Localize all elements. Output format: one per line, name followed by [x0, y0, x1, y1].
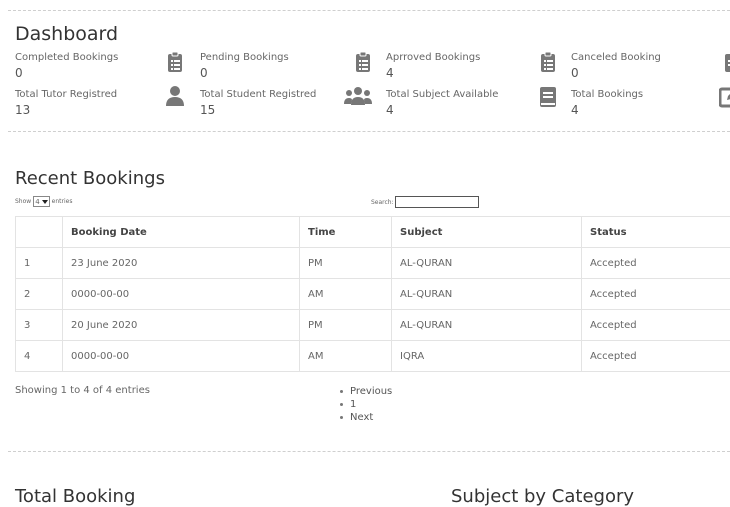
stat-label: Completed Bookings [15, 52, 119, 63]
stat-pending-bookings: Pending Bookings 0 [200, 52, 289, 80]
column-header-time[interactable]: Time [299, 216, 392, 248]
pagination-next[interactable]: Next [338, 411, 392, 424]
cell-status: Accepted [581, 278, 730, 310]
chevron-down-icon [41, 199, 48, 204]
column-header-status[interactable]: Status [581, 216, 730, 248]
stat-value: 0 [15, 66, 23, 80]
cell-subject: AL-QURAN [391, 247, 582, 279]
stat-total-subject: Total Subject Available 4 [386, 89, 498, 117]
stat-value: 4 [386, 103, 394, 117]
search-control: Search: [371, 196, 479, 208]
search-label: Search: [371, 198, 394, 206]
cell-index: 1 [15, 247, 63, 279]
book-icon [537, 86, 559, 108]
pagination-previous[interactable]: Previous [338, 385, 392, 398]
column-header-booking-date[interactable]: Booking Date [62, 216, 300, 248]
edit-icon [719, 86, 730, 108]
stat-total-tutor: Total Tutor Registred 13 [15, 89, 117, 117]
pagination: Previous 1 Next [338, 385, 392, 424]
stat-total-bookings: Total Bookings 4 [571, 89, 643, 117]
table-row: 2 0000-00-00 AM AL-QURAN Accepted [15, 278, 730, 310]
clipboard-list-icon [164, 51, 186, 73]
cell-booking-date: 20 June 2020 [62, 309, 300, 341]
stat-approved-bookings: Aprroved Bookings 4 [386, 52, 480, 80]
cell-subject: AL-QURAN [391, 278, 582, 310]
stat-completed-bookings: Completed Bookings 0 [15, 52, 118, 80]
column-header-index[interactable] [15, 216, 63, 248]
bookings-table: Booking Date Time Subject Status 1 23 Ju… [15, 216, 730, 372]
stat-value: 0 [200, 66, 208, 80]
cell-subject: IQRA [391, 340, 582, 372]
section-divider [8, 451, 730, 452]
stat-label: Aprroved Bookings [386, 52, 481, 63]
stat-label: Pending Bookings [200, 52, 289, 63]
cell-time: PM [299, 247, 392, 279]
search-input[interactable] [394, 196, 479, 208]
entries-length-control: Show 4 entries [15, 196, 72, 207]
table-header-row: Booking Date Time Subject Status [15, 216, 730, 248]
cell-status: Accepted [581, 340, 730, 372]
clipboard-list-icon [352, 51, 374, 73]
stat-label: Total Tutor Registred [15, 89, 118, 100]
stat-value: 4 [571, 103, 579, 117]
stat-label: Total Subject Available [386, 89, 499, 100]
column-header-subject[interactable]: Subject [391, 216, 582, 248]
cell-index: 3 [15, 309, 63, 341]
section-title-recent-bookings: Recent Bookings [15, 168, 165, 189]
show-label: Show [15, 198, 32, 205]
cell-time: AM [299, 340, 392, 372]
cell-status: Accepted [581, 247, 730, 279]
cell-booking-date: 23 June 2020 [62, 247, 300, 279]
stat-label: Canceled Booking [571, 52, 661, 63]
users-icon [344, 85, 372, 107]
table-row: 3 20 June 2020 PM AL-QURAN Accepted [15, 309, 730, 341]
stat-value: 15 [200, 103, 216, 117]
section-divider [8, 131, 730, 132]
cell-index: 4 [15, 340, 63, 372]
cell-time: PM [299, 309, 392, 341]
cell-booking-date: 0000-00-00 [62, 340, 300, 372]
section-title-total-booking: Total Booking [15, 486, 136, 507]
table-row: 4 0000-00-00 AM IQRA Accepted [15, 340, 730, 372]
top-divider [8, 10, 730, 11]
entries-label: entries [51, 198, 73, 205]
stat-total-student: Total Student Registred 15 [200, 89, 316, 117]
cell-status: Accepted [581, 309, 730, 341]
stat-value: 13 [15, 103, 31, 117]
stat-label: Total Student Registred [200, 89, 317, 100]
entries-select[interactable]: 4 [33, 196, 50, 207]
cell-subject: AL-QURAN [391, 309, 582, 341]
stat-value: 4 [386, 66, 394, 80]
table-info: Showing 1 to 4 of 4 entries [15, 385, 150, 396]
cell-booking-date: 0000-00-00 [62, 278, 300, 310]
clipboard-list-icon [537, 51, 559, 73]
stat-value: 0 [571, 66, 579, 80]
pagination-page-1[interactable]: 1 [338, 398, 392, 411]
stat-label: Total Bookings [571, 89, 644, 100]
table-row: 1 23 June 2020 PM AL-QURAN Accepted [15, 247, 730, 279]
entries-select-value: 4 [35, 197, 40, 206]
section-title-subject-by-category: Subject by Category [451, 486, 635, 507]
user-icon [164, 85, 186, 107]
clipboard-list-icon [721, 51, 730, 73]
stat-canceled-booking: Canceled Booking 0 [571, 52, 661, 80]
page-title: Dashboard [15, 23, 119, 45]
cell-index: 2 [15, 278, 63, 310]
cell-time: AM [299, 278, 392, 310]
